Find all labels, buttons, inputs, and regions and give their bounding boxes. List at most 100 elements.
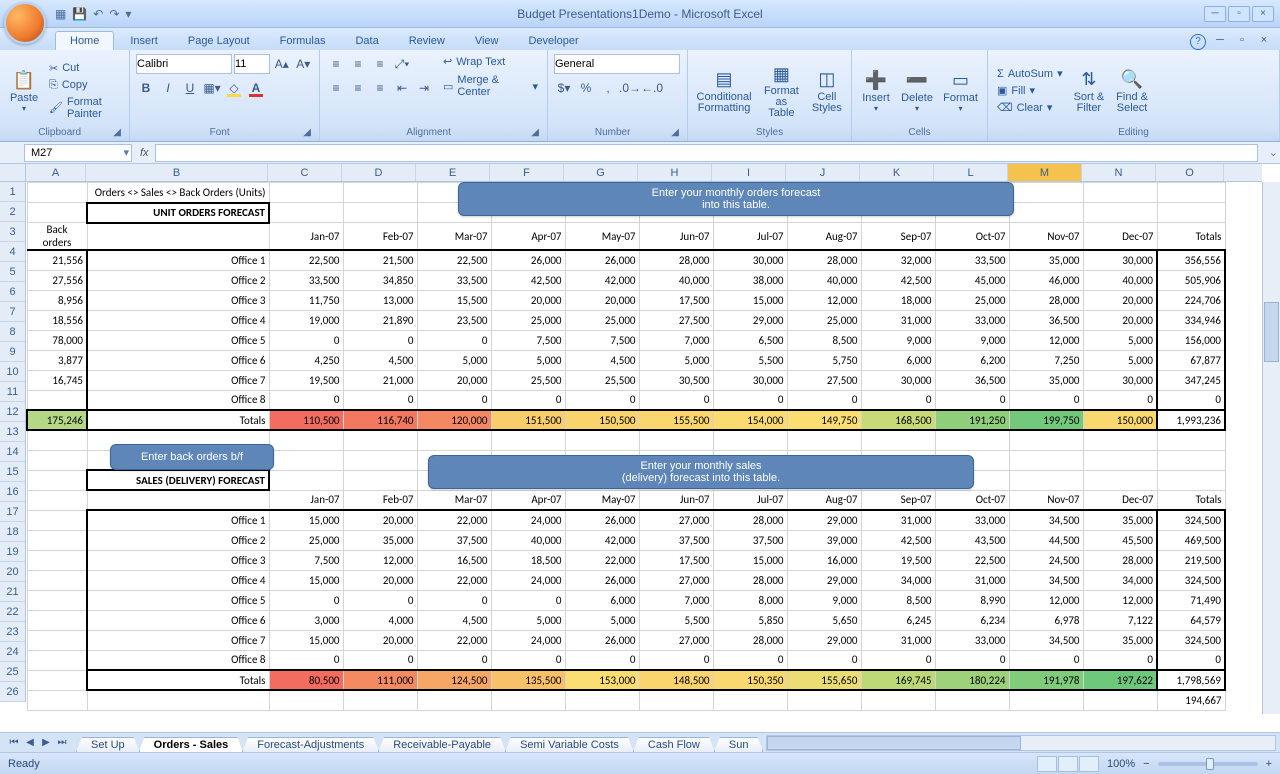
minimize-inner[interactable]: ─ [1212, 34, 1228, 50]
table-cell[interactable]: 5,000 [417, 350, 491, 370]
col-header-A[interactable]: A [26, 164, 86, 181]
table-cell[interactable]: 28,000 [713, 570, 787, 590]
table-cell[interactable]: 1,993,236 [1157, 410, 1225, 430]
table-cell[interactable] [787, 690, 861, 710]
sort-filter-button[interactable]: ⇅Sort & Filter [1070, 54, 1109, 127]
table-cell[interactable]: 13,000 [343, 290, 417, 310]
cell-styles-button[interactable]: ◫ Cell Styles [809, 54, 845, 127]
horizontal-scrollbar[interactable] [766, 735, 1276, 751]
col-header-J[interactable]: J [786, 164, 860, 181]
col-header-O[interactable]: O [1156, 164, 1224, 181]
table-cell[interactable]: 0 [639, 650, 713, 670]
table-cell[interactable]: Office 5 [87, 590, 269, 610]
table-cell[interactable]: Dec-07 [1083, 223, 1157, 251]
table-cell[interactable]: 15,000 [269, 570, 343, 590]
row-header-12[interactable]: 12 [0, 402, 25, 422]
autosum-button[interactable]: ΣAutoSum▾ [994, 66, 1066, 81]
table-cell[interactable] [27, 550, 87, 570]
table-cell[interactable] [27, 490, 87, 510]
table-cell[interactable] [269, 183, 343, 203]
table-cell[interactable]: 17,500 [639, 550, 713, 570]
table-cell[interactable] [565, 430, 639, 450]
row-header-2[interactable]: 2 [0, 202, 25, 222]
copy-button[interactable]: ⎘Copy [46, 78, 123, 93]
table-cell[interactable]: 0 [491, 590, 565, 610]
table-cell[interactable]: 20,000 [1083, 310, 1157, 330]
table-cell[interactable]: 7,000 [639, 330, 713, 350]
table-cell[interactable]: 0 [343, 650, 417, 670]
table-cell[interactable]: 120,000 [417, 410, 491, 430]
row-header-25[interactable]: 25 [0, 662, 25, 682]
table-cell[interactable]: 5,000 [1083, 330, 1157, 350]
table-cell[interactable] [417, 430, 491, 450]
table-cell[interactable]: 7,000 [639, 590, 713, 610]
table-cell[interactable]: 27,500 [787, 370, 861, 390]
table-cell[interactable]: 116,740 [343, 410, 417, 430]
table-cell[interactable] [27, 590, 87, 610]
align-left-icon[interactable]: ≡ [326, 78, 346, 98]
qat-save-icon[interactable]: 💾 [72, 7, 87, 21]
table-cell[interactable]: 154,000 [713, 410, 787, 430]
percent-icon[interactable]: % [576, 78, 596, 98]
table-cell[interactable]: Office 2 [87, 530, 269, 550]
table-cell[interactable]: 111,000 [343, 670, 417, 690]
table-cell[interactable]: 35,000 [1009, 370, 1083, 390]
table-cell[interactable]: 168,500 [861, 410, 935, 430]
table-cell[interactable]: 35,000 [343, 530, 417, 550]
table-cell[interactable]: 155,500 [639, 410, 713, 430]
table-cell[interactable]: 7,500 [269, 550, 343, 570]
view-normal-icon[interactable] [1037, 756, 1057, 772]
font-dialog-icon[interactable]: ◢ [303, 127, 311, 138]
table-cell[interactable] [713, 690, 787, 710]
table-cell[interactable]: 150,000 [1083, 410, 1157, 430]
table-cell[interactable]: Aug-07 [787, 223, 861, 251]
table-cell[interactable]: 19,500 [269, 370, 343, 390]
table-cell[interactable]: 25,500 [491, 370, 565, 390]
table-cell[interactable]: Jul-07 [713, 490, 787, 510]
table-cell[interactable]: 25,000 [565, 310, 639, 330]
table-cell[interactable] [787, 430, 861, 450]
table-cell[interactable]: May-07 [565, 223, 639, 251]
table-cell[interactable]: 15,000 [269, 510, 343, 530]
formula-expand-icon[interactable]: ⌄ [1269, 146, 1278, 159]
table-cell[interactable]: 40,000 [639, 270, 713, 290]
table-cell[interactable]: Apr-07 [491, 490, 565, 510]
table-cell[interactable]: 356,556 [1157, 250, 1225, 270]
table-cell[interactable]: 33,000 [935, 310, 1009, 330]
sheet-tab-forecast-adjustments[interactable]: Forecast-Adjustments [242, 737, 379, 752]
table-cell[interactable] [27, 630, 87, 650]
table-cell[interactable]: 26,000 [565, 570, 639, 590]
table-cell[interactable]: 28,000 [1083, 550, 1157, 570]
table-cell[interactable]: 26,000 [565, 510, 639, 530]
table-cell[interactable]: 0 [269, 590, 343, 610]
table-cell[interactable]: 17,500 [639, 290, 713, 310]
table-cell[interactable]: 151,500 [491, 410, 565, 430]
table-cell[interactable]: 191,250 [935, 410, 1009, 430]
table-cell[interactable] [87, 223, 269, 251]
table-cell[interactable]: 42,500 [491, 270, 565, 290]
table-cell[interactable]: 4,500 [417, 610, 491, 630]
align-middle-icon[interactable]: ≡ [348, 54, 368, 74]
row-header-5[interactable]: 5 [0, 262, 25, 282]
table-cell[interactable] [1083, 183, 1157, 203]
table-cell[interactable]: 505,906 [1157, 270, 1225, 290]
table-cell[interactable]: 33,500 [269, 270, 343, 290]
table-cell[interactable]: 28,000 [1009, 290, 1083, 310]
table-cell[interactable]: 0 [935, 650, 1009, 670]
table-cell[interactable]: 324,500 [1157, 570, 1225, 590]
table-cell[interactable]: 0 [1009, 390, 1083, 410]
table-cell[interactable]: Nov-07 [1009, 223, 1083, 251]
table-cell[interactable]: 36,500 [1009, 310, 1083, 330]
table-cell[interactable] [1009, 690, 1083, 710]
table-cell[interactable]: 16,745 [27, 370, 87, 390]
table-cell[interactable]: 34,500 [1009, 510, 1083, 530]
alignment-dialog-icon[interactable]: ◢ [531, 127, 539, 138]
zoom-percent[interactable]: 100% [1107, 758, 1135, 770]
table-cell[interactable]: 5,500 [713, 350, 787, 370]
row-header-3[interactable]: 3 [0, 222, 25, 242]
table-cell[interactable]: 30,000 [1083, 370, 1157, 390]
table-cell[interactable]: Jul-07 [713, 223, 787, 251]
table-cell[interactable]: 6,000 [565, 590, 639, 610]
table-cell[interactable]: 0 [861, 650, 935, 670]
dec-decimal-icon[interactable]: ←.0 [642, 78, 662, 98]
